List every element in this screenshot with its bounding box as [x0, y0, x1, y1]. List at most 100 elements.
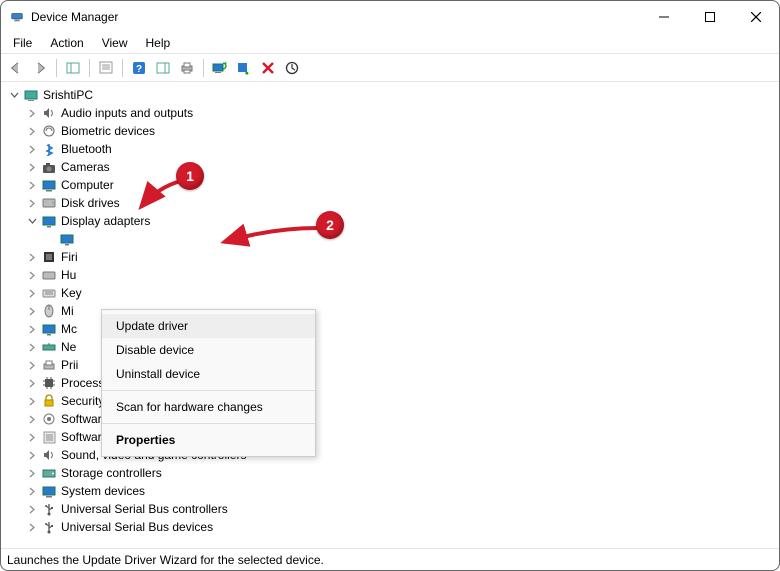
menu-action[interactable]: Action: [42, 34, 91, 52]
chevron-down-icon[interactable]: [25, 214, 39, 228]
chevron-right-icon[interactable]: [25, 142, 39, 156]
chevron-right-icon[interactable]: [25, 250, 39, 264]
chevron-right-icon[interactable]: [25, 340, 39, 354]
tree-category-label: Biometric devices: [61, 122, 155, 140]
tree-category-label: System devices: [61, 482, 145, 500]
tree-category-label: Prii: [61, 356, 78, 374]
toolbar-separator: [56, 59, 57, 77]
tree-category[interactable]: Firi: [3, 248, 777, 266]
uninstall-device-button[interactable]: [257, 57, 279, 79]
callout-2: 2: [316, 211, 344, 239]
menu-separator: [102, 390, 315, 391]
tree-root-label: SrishtiPC: [43, 86, 93, 104]
statusbar: Launches the Update Driver Wizard for th…: [1, 548, 779, 570]
chevron-right-icon[interactable]: [25, 304, 39, 318]
window-title: Device Manager: [31, 10, 641, 24]
tree-category[interactable]: Biometric devices: [3, 122, 777, 140]
chevron-down-icon[interactable]: [7, 88, 21, 102]
chevron-right-icon[interactable]: [25, 196, 39, 210]
tree-category-label: Mi: [61, 302, 74, 320]
chevron-right-icon[interactable]: [25, 358, 39, 372]
system-icon: [41, 483, 57, 499]
chevron-right-icon[interactable]: [25, 106, 39, 120]
tree-category[interactable]: Display adapters: [3, 212, 777, 230]
tree-category[interactable]: Audio inputs and outputs: [3, 104, 777, 122]
callout-1: 1: [176, 162, 204, 190]
chevron-right-icon[interactable]: [25, 124, 39, 138]
tree-category[interactable]: Key: [3, 284, 777, 302]
menu-separator: [102, 423, 315, 424]
chevron-right-icon[interactable]: [25, 178, 39, 192]
menu-file[interactable]: File: [5, 34, 40, 52]
display-adapter-icon: [59, 231, 75, 247]
toolbar-separator: [203, 59, 204, 77]
usb-icon: [41, 519, 57, 535]
security-icon: [41, 393, 57, 409]
print-button[interactable]: [176, 57, 198, 79]
tree-category[interactable]: Hu: [3, 266, 777, 284]
tree-category-label: Universal Serial Bus devices: [61, 518, 213, 536]
chevron-right-icon[interactable]: [25, 484, 39, 498]
chevron-right-icon[interactable]: [25, 466, 39, 480]
update-driver-button[interactable]: [209, 57, 231, 79]
app-icon: [9, 9, 25, 25]
scan-hardware-button[interactable]: [281, 57, 303, 79]
ctx-uninstall-device[interactable]: Uninstall device: [102, 362, 315, 386]
chevron-right-icon[interactable]: [25, 268, 39, 282]
ctx-scan-hardware[interactable]: Scan for hardware changes: [102, 395, 315, 419]
tree-category[interactable]: System devices: [3, 482, 777, 500]
tree-category-label: Cameras: [61, 158, 110, 176]
cpu-icon: [41, 375, 57, 391]
chevron-right-icon[interactable]: [25, 502, 39, 516]
tree-root[interactable]: SrishtiPC: [3, 86, 777, 104]
forward-button[interactable]: [29, 57, 51, 79]
context-menu: Update driver Disable device Uninstall d…: [101, 309, 316, 457]
chevron-right-icon[interactable]: [25, 448, 39, 462]
menu-view[interactable]: View: [94, 34, 136, 52]
printq-icon: [41, 357, 57, 373]
ctx-update-driver[interactable]: Update driver: [102, 314, 315, 338]
tree-category[interactable]: Universal Serial Bus devices: [3, 518, 777, 536]
tree-category[interactable]: Storage controllers: [3, 464, 777, 482]
chevron-right-icon[interactable]: [25, 286, 39, 300]
tree-category-label: Disk drives: [61, 194, 120, 212]
computer-icon: [23, 87, 39, 103]
minimize-button[interactable]: [641, 1, 687, 33]
help-button[interactable]: ?: [128, 57, 150, 79]
tree-category[interactable]: Universal Serial Bus controllers: [3, 500, 777, 518]
sound-icon: [41, 447, 57, 463]
display-icon: [41, 213, 57, 229]
show-hide-console-tree-button[interactable]: [62, 57, 84, 79]
tree-category-label: Mc: [61, 320, 77, 338]
chevron-right-icon[interactable]: [25, 430, 39, 444]
chevron-right-icon[interactable]: [25, 322, 39, 336]
svg-text:?: ?: [136, 64, 142, 75]
toolbar: ?: [1, 54, 779, 82]
disable-device-button[interactable]: [233, 57, 255, 79]
chevron-right-icon[interactable]: [25, 376, 39, 390]
hid-icon: [41, 267, 57, 283]
chevron-right-icon[interactable]: [25, 160, 39, 174]
usb-icon: [41, 501, 57, 517]
tree-category[interactable]: Disk drives: [3, 194, 777, 212]
chevron-right-icon[interactable]: [25, 520, 39, 534]
action-pane-button[interactable]: [152, 57, 174, 79]
menu-help[interactable]: Help: [138, 34, 179, 52]
maximize-button[interactable]: [687, 1, 733, 33]
chevron-right-icon[interactable]: [25, 412, 39, 426]
firmware-icon: [41, 249, 57, 265]
back-button[interactable]: [5, 57, 27, 79]
tree-category[interactable]: Bluetooth: [3, 140, 777, 158]
tree-category-label: Computer: [61, 176, 114, 194]
properties-button[interactable]: [95, 57, 117, 79]
close-button[interactable]: [733, 1, 779, 33]
computer-icon: [41, 177, 57, 193]
ctx-properties[interactable]: Properties: [102, 428, 315, 452]
ctx-disable-device[interactable]: Disable device: [102, 338, 315, 362]
tree-category[interactable]: Cameras: [3, 158, 777, 176]
tree-category[interactable]: Computer: [3, 176, 777, 194]
tree-device[interactable]: [3, 230, 777, 248]
tree-category-label: Universal Serial Bus controllers: [61, 500, 228, 518]
chevron-right-icon[interactable]: [25, 394, 39, 408]
device-tree[interactable]: SrishtiPC Audio inputs and outputsBiomet…: [1, 82, 779, 548]
